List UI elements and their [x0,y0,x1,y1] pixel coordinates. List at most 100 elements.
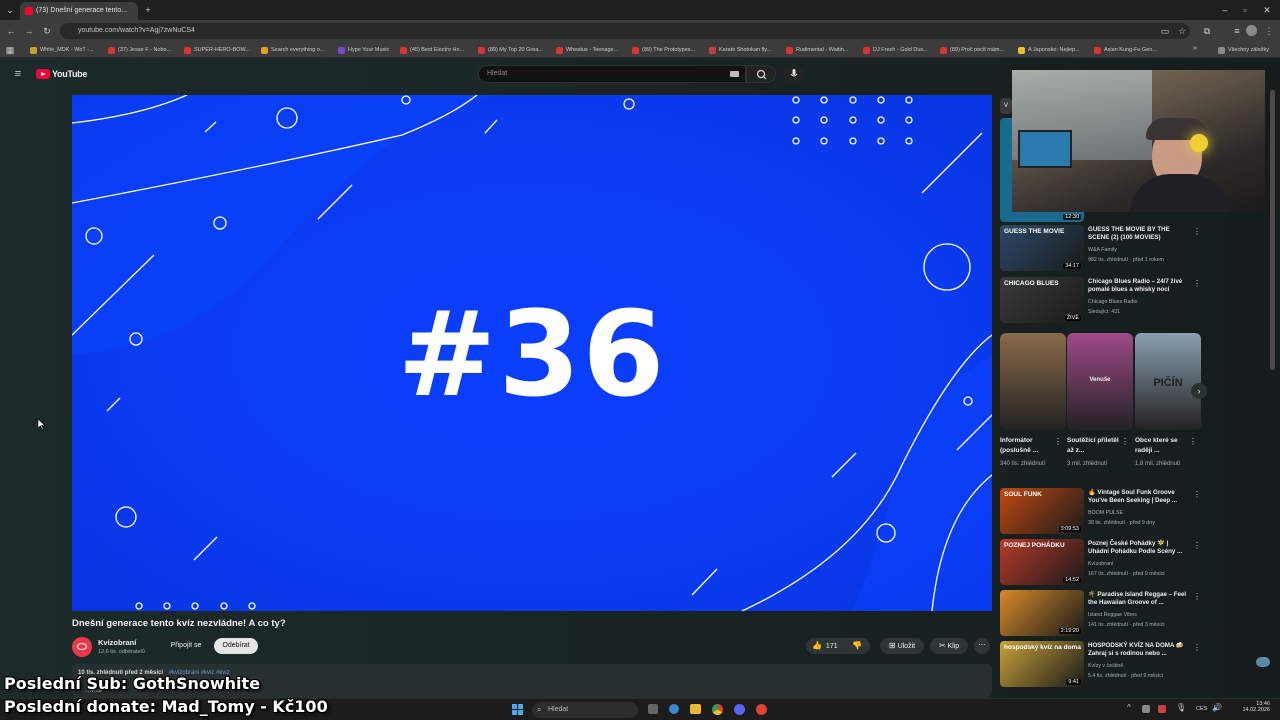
shorts-next-button[interactable]: › [1191,383,1207,399]
channel-name[interactable]: Kvízobraní [98,638,136,647]
short-options-icon[interactable]: ⋮ [1121,437,1129,446]
sidebar-video-channel[interactable]: Kvízy v češtině [1088,663,1123,670]
video-options-icon[interactable]: ⋮ [1193,227,1201,236]
tab-active[interactable]: (73) Dnešní generace tento... [20,2,138,20]
file-explorer-icon[interactable] [690,704,701,714]
volume-icon[interactable]: 🔊 [1212,703,1222,712]
video-options-icon[interactable]: ⋮ [1193,643,1201,652]
tray-chevron-icon[interactable]: ^ [1127,703,1131,712]
sidebar-video-channel[interactable]: Island Reggae Vibes [1088,612,1137,619]
profile-avatar[interactable] [1246,25,1257,36]
sidebar-video-thumbnail[interactable]: 2:19:20 [1000,590,1084,636]
short-options-icon[interactable]: ⋮ [1054,437,1062,446]
sidebar-icon[interactable]: ≡ [1230,24,1244,38]
channel-avatar[interactable] [72,637,92,657]
youtube-logo-icon[interactable] [36,69,50,79]
short-title[interactable]: Obce které se raději ... [1135,436,1187,456]
minimize-icon[interactable]: – [1218,3,1232,17]
hamburger-menu-icon[interactable]: ≡ [11,67,25,81]
chrome-icon[interactable] [712,704,723,715]
microphone-tray-icon[interactable]: 🎙 [1176,703,1186,712]
discord-icon[interactable] [734,704,745,715]
bookmark-item[interactable]: (89) My Top 20 Grea... [478,45,543,55]
bookmark-item[interactable]: DJ Fresh - Gold Dus... [863,45,928,55]
clock[interactable]: 13:46 14.02.2026 [1238,701,1270,713]
sidebar-video-title[interactable]: 🔥 Vintage Soul Funk Groove You've Been S… [1088,489,1188,505]
video-options-icon[interactable]: ⋮ [1193,592,1201,601]
keyboard-icon[interactable] [730,71,739,77]
input-language[interactable]: CES [1196,706,1207,712]
tray-icon[interactable] [1142,705,1150,713]
short-thumbnail[interactable] [1000,333,1066,430]
sidebar-video-channel[interactable]: W&A Family [1088,247,1117,254]
sidebar-video-title[interactable]: GUESS THE MOVIE BY THE SCENE (2) (100 MO… [1088,226,1188,242]
bookmark-item[interactable]: A Japonsko: Nejlep... [1018,45,1080,55]
bookmark-item[interactable]: (37) Jesse F - Nobo... [108,45,171,55]
chat-bubble-icon[interactable] [1256,657,1270,667]
video-options-icon[interactable]: ⋮ [1193,541,1201,550]
tray-icon[interactable] [1158,705,1166,713]
bookmark-item[interactable]: (89) Proč pocit mám... [940,45,1004,55]
bookmark-item[interactable]: Wheatus - Teenage... [556,45,618,55]
bookmark-item[interactable]: Rudimental - Waitin... [786,45,848,55]
all-bookmarks-folder[interactable]: Všechny záložky [1218,45,1269,55]
bookmark-star-icon[interactable]: ☆ [1175,24,1189,38]
join-button[interactable]: Připojit se [161,638,211,654]
video-options-icon[interactable]: ⋮ [1193,279,1201,288]
extensions-icon[interactable]: ⧉ [1200,24,1214,38]
reload-icon[interactable]: ↻ [40,24,54,38]
chip-all[interactable]: V [1000,98,1012,114]
sidebar-video-title[interactable]: 🌴 Paradise Island Reggae – Feel the Hawa… [1088,591,1188,607]
sidebar-video-channel[interactable]: Kvízobraní [1088,561,1113,568]
youtube-logo-text[interactable]: YouTube [52,69,87,79]
search-input[interactable]: Hledat [478,65,746,83]
like-icon[interactable]: 👍 [812,641,822,650]
short-title[interactable]: Soutěžící přiletěl až z... [1067,436,1119,456]
bookmark-item[interactable]: Hype Your Music [338,45,389,55]
windows-start-icon[interactable] [512,704,523,715]
menu-icon[interactable]: ⋮ [1262,24,1276,38]
bookmark-item[interactable]: Search everything o... [261,45,325,55]
sidebar-video-thumbnail[interactable]: CHICAGO BLUES ŽIVĚ [1000,277,1084,323]
forward-icon[interactable]: → [22,24,36,38]
maximize-icon[interactable]: ▫ [1238,3,1252,17]
bookmark-item[interactable]: White_MDK - WoT -... [30,45,94,55]
close-window-icon[interactable]: ✕ [1260,3,1274,17]
sidebar-video-thumbnail[interactable]: SOUL FUNK 3:09:53 [1000,488,1084,534]
like-count[interactable]: 171 [826,643,838,650]
clip-button[interactable]: ✂ Klip [930,638,968,654]
page-scrollbar[interactable] [1270,90,1275,370]
sidebar-video-title[interactable]: Chicago Blues Radio – 24/7 živé pomalé b… [1088,278,1188,294]
sidebar-video-thumbnail[interactable]: POZNEJ POHÁDKU 14:52 [1000,539,1084,585]
short-options-icon[interactable]: ⋮ [1189,437,1197,446]
bookmark-item[interactable]: (45) Best Electro Ho... [400,45,464,55]
search-button[interactable] [746,65,776,83]
short-title[interactable]: Informátor (poslušně ... [1000,436,1052,456]
bookmark-item[interactable]: Asian Kung-Fu Gen... [1094,45,1157,55]
apps-icon[interactable]: ▦ [3,43,17,57]
new-tab-icon[interactable]: + [141,3,155,17]
short-thumbnail[interactable]: Venuše [1067,333,1133,430]
video-player[interactable]: #36 [72,95,992,611]
dislike-icon[interactable]: 👎 [852,638,862,654]
tab-search-icon[interactable]: ⌄ [3,3,17,17]
sidebar-video-title[interactable]: HOSPODSKÝ KVÍZ NA DOMA 🍻 Zahraj si s rod… [1088,642,1188,658]
short-thumbnail[interactable]: PIČÍN [1135,333,1201,430]
video-options-icon[interactable]: ⋮ [1193,490,1201,499]
sidebar-video-thumbnail[interactable]: hospodský kvíz na doma 9:41 [1000,641,1084,687]
bookmark-item[interactable]: (89) The Prototypes... [632,45,695,55]
sidebar-video-title[interactable]: Poznej České Pohádky 🧚 | Uhádni Pohádku … [1088,540,1188,556]
taskbar-search[interactable]: ⌕ Hledat [532,702,638,718]
obs-icon[interactable] [756,704,767,715]
more-actions-button[interactable]: ⋯ [974,638,990,654]
voice-search-button[interactable] [784,65,804,83]
bookmark-item[interactable]: Karate Shotokan fly... [709,45,771,55]
cast-icon[interactable]: ▭ [1158,24,1172,38]
sidebar-video-thumbnail[interactable]: GUESS THE MOVIE 34:17 [1000,225,1084,271]
bookmark-item[interactable]: SUPER-HERO-BOW... [184,45,250,55]
copilot-icon[interactable] [669,704,679,714]
address-input[interactable]: youtube.com/watch?v=Agj7zwNuCS4 [60,23,1190,39]
subscribe-button[interactable]: Odebírat [214,638,258,654]
task-view-icon[interactable] [648,704,658,714]
more-bookmarks-icon[interactable]: » [1193,45,1197,52]
